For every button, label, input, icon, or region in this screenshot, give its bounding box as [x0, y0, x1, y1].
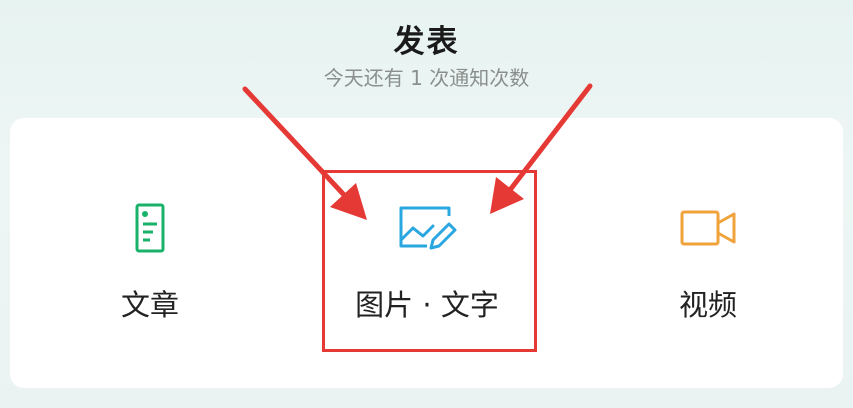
- publish-article-option[interactable]: 文章: [50, 118, 250, 388]
- article-option-label: 文章: [120, 288, 179, 322]
- publish-header: 发表 今天还有 1 次通知次数: [0, 22, 853, 92]
- page-title: 发表: [393, 24, 460, 60]
- video-option-label: 视频: [678, 288, 737, 322]
- article-document-icon: [135, 203, 165, 253]
- publish-image-text-option[interactable]: 图片 · 文字: [327, 118, 527, 388]
- publish-video-option[interactable]: 视频: [608, 118, 808, 388]
- publish-options-card: 文章 图片 · 文字 视频: [10, 118, 843, 388]
- notification-count-text: 今天还有 1 次通知次数: [323, 66, 530, 90]
- image-text-option-label: 图片 · 文字: [355, 288, 499, 322]
- image-text-icon: [399, 206, 457, 250]
- video-camera-icon: [680, 210, 736, 246]
